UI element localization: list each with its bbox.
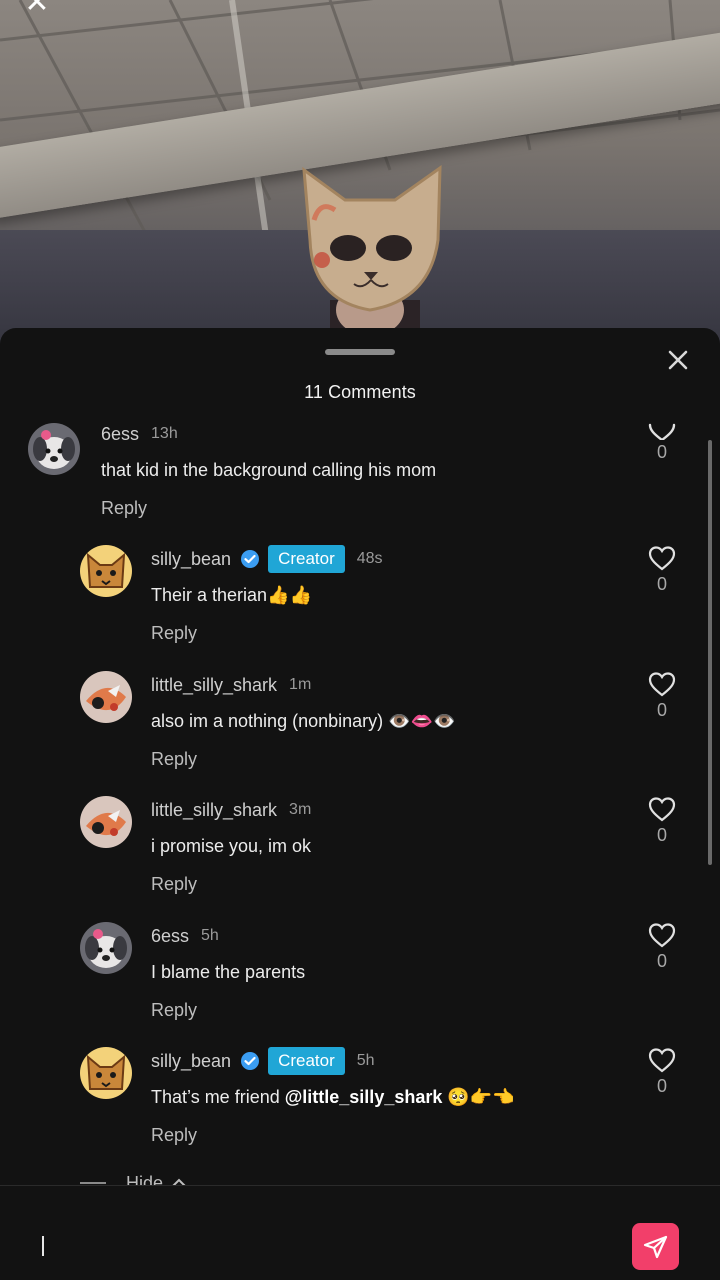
dog-avatar-icon xyxy=(80,922,132,974)
shark-avatar-icon xyxy=(80,796,132,848)
username[interactable]: 6ess xyxy=(101,424,139,445)
heart-icon xyxy=(648,1048,676,1073)
avatar[interactable] xyxy=(80,545,132,597)
sheet-drag-handle[interactable] xyxy=(325,349,395,355)
like-count: 0 xyxy=(656,574,667,594)
comment-time: 13h xyxy=(151,425,178,442)
comment-text-suffix: 🥺👉👈 xyxy=(442,1087,515,1107)
text-cursor xyxy=(42,1236,44,1256)
like-count: 0 xyxy=(656,951,667,971)
comment-time: 5h xyxy=(201,927,219,944)
verified-badge-icon xyxy=(241,550,260,568)
comment-header: little_silly_shark 3m xyxy=(151,796,311,824)
avatar[interactable] xyxy=(80,1047,132,1099)
comment-text: I blame the parents xyxy=(151,962,306,982)
creator-badge: Creator xyxy=(268,1047,345,1075)
comment-text: also im a nothing (nonbinary) 👁️👄👁️ xyxy=(151,711,456,731)
dog-avatar-icon xyxy=(28,423,80,475)
heart-icon xyxy=(648,672,676,697)
username[interactable]: silly_bean xyxy=(151,1051,231,1072)
like-count: 0 xyxy=(656,1076,667,1096)
send-icon xyxy=(643,1235,667,1258)
heart-icon xyxy=(648,546,676,571)
comment-header: silly_bean Creator 48s xyxy=(151,545,383,573)
like-count: 0 xyxy=(656,700,667,720)
like-count: 0 xyxy=(656,442,667,462)
comment-text: That’s me friend @little_silly_shark 🥺👉👈 xyxy=(151,1087,515,1108)
avatar[interactable] xyxy=(80,796,132,848)
comment-text: i promise you, im ok xyxy=(151,836,312,856)
comment-item: 6ess 13h that kid in the background call… xyxy=(0,420,720,546)
comment-header: 6ess 13h xyxy=(101,420,178,448)
reply-button[interactable]: Reply xyxy=(101,498,147,519)
like-button[interactable]: 0 xyxy=(642,797,682,846)
video-background: ✕ xyxy=(0,0,720,360)
reply-item: little_silly_shark 3m i promise you, im … xyxy=(0,796,720,922)
mention-link[interactable]: @little_silly_shark xyxy=(285,1087,443,1107)
reply-button[interactable]: Reply xyxy=(151,1125,197,1146)
comment-text: that kid in the background calling his m… xyxy=(101,460,437,480)
reply-button[interactable]: Reply xyxy=(151,749,197,770)
reply-item: little_silly_shark 1m also im a nothing … xyxy=(0,671,720,797)
fox-avatar-icon xyxy=(80,545,132,597)
username[interactable]: 6ess xyxy=(151,926,189,947)
like-button[interactable]: 0 xyxy=(642,672,682,721)
username[interactable]: little_silly_shark xyxy=(151,675,277,696)
comment-input-bar[interactable] xyxy=(0,1185,720,1280)
avatar[interactable] xyxy=(80,671,132,723)
avatar[interactable] xyxy=(28,423,80,475)
comment-header: 6ess 5h xyxy=(151,922,219,950)
username[interactable]: silly_bean xyxy=(151,549,231,570)
comment-time: 1m xyxy=(289,676,312,693)
creator-badge: Creator xyxy=(268,545,345,573)
comment-time: 48s xyxy=(356,550,383,567)
comments-sheet: 11 Comments 6ess 13h that kid in the bac… xyxy=(0,328,720,1280)
like-button[interactable]: 0 xyxy=(642,1048,682,1097)
shark-avatar-icon xyxy=(80,671,132,723)
like-button[interactable]: 0 xyxy=(642,546,682,595)
reply-item: silly_bean Creator 48s Their a therian👍👍… xyxy=(0,545,720,671)
comment-text-prefix: That’s me friend xyxy=(151,1087,285,1107)
reply-button[interactable]: Reply xyxy=(151,874,197,895)
comments-list[interactable]: 6ess 13h that kid in the background call… xyxy=(0,420,720,1185)
comment-text: Their a therian👍👍 xyxy=(151,585,312,605)
reply-button[interactable]: Reply xyxy=(151,1000,197,1021)
heart-icon xyxy=(648,923,676,948)
close-video-icon[interactable]: ✕ xyxy=(22,0,52,18)
send-button[interactable] xyxy=(632,1223,679,1270)
reply-button[interactable]: Reply xyxy=(151,623,197,644)
scrollbar[interactable] xyxy=(708,440,712,865)
fox-avatar-icon xyxy=(80,1047,132,1099)
reply-item: 6ess 5h I blame the parents Reply 0 xyxy=(0,922,720,1048)
divider xyxy=(80,1182,106,1184)
verified-badge-icon xyxy=(241,1052,260,1070)
avatar[interactable] xyxy=(80,922,132,974)
close-icon[interactable] xyxy=(664,346,692,374)
comments-count-title: 11 Comments xyxy=(304,382,416,402)
comment-time: 3m xyxy=(289,801,312,818)
like-count: 0 xyxy=(656,825,667,845)
heart-icon xyxy=(648,797,676,822)
heart-icon xyxy=(648,423,676,440)
like-button[interactable]: 0 xyxy=(642,422,682,463)
comment-header: silly_bean Creator 5h xyxy=(151,1047,375,1075)
reply-item: silly_bean Creator 5h That’s me friend @… xyxy=(0,1047,720,1173)
username[interactable]: little_silly_shark xyxy=(151,800,277,821)
like-button[interactable]: 0 xyxy=(642,923,682,972)
comment-time: 5h xyxy=(356,1052,375,1069)
comment-header: little_silly_shark 1m xyxy=(151,671,311,699)
